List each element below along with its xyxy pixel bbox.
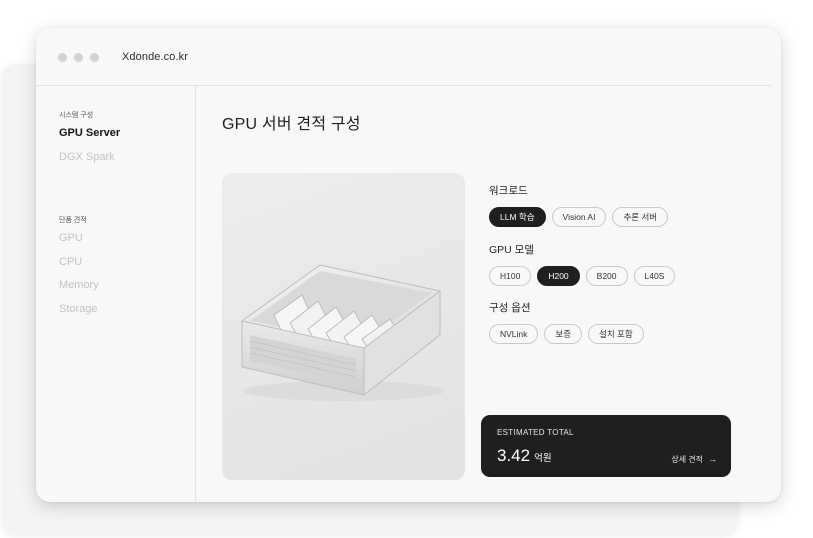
window-control-dot[interactable]	[74, 52, 83, 62]
total-unit: 억원	[534, 453, 552, 464]
chip-warranty[interactable]: 보증	[544, 324, 583, 344]
single-section: 단품 견적 GPU CPU Memory Storage	[59, 215, 99, 325]
detail-quote-link[interactable]: 상세 견적 →	[671, 454, 717, 465]
chip-h200[interactable]: H200	[537, 266, 580, 286]
sidebar-item-gpu[interactable]: GPU	[59, 231, 99, 255]
chip-b200[interactable]: B200	[585, 266, 628, 286]
gpu-model-group: GPU 모델 H100 H200 B200 L40S	[489, 242, 676, 286]
config-label: 구성 옵션	[489, 302, 531, 314]
chip-llm-training[interactable]: LLM 학습	[489, 207, 546, 227]
total-amount: 3.42 억원	[497, 446, 552, 466]
system-caption: 시스템 구성	[59, 112, 94, 119]
page-title: GPU 서버 견적 구성	[222, 116, 361, 133]
address-url[interactable]: Xdonde.co.kr	[122, 51, 188, 63]
workload-label: 워크로드	[489, 185, 528, 197]
window-control-dot[interactable]	[58, 52, 67, 62]
single-caption: 단품 견적	[59, 217, 87, 224]
sidebar: 시스템 구성 GPU Server DGX Spark 단품 견적 GPU CP…	[36, 86, 196, 502]
title-bar: Xdonde.co.kr	[36, 28, 781, 86]
product-image	[222, 173, 465, 480]
total-value: 3.42	[497, 446, 531, 465]
window-control-dot[interactable]	[90, 52, 99, 62]
config-group: 구성 옵션 NVLink 보증 설치 포함	[489, 300, 644, 344]
chip-vision-ai[interactable]: Vision AI	[551, 207, 607, 227]
arrow-right-icon: →	[708, 454, 717, 464]
sidebar-item-storage[interactable]: Storage	[59, 302, 99, 326]
chip-l40s[interactable]: L40S	[633, 266, 676, 286]
main-content: GPU 서버 견적 구성 워크로드 LLM 학습 Vision AI 추론 서버…	[197, 86, 781, 502]
sidebar-item-memory[interactable]: Memory	[59, 278, 99, 302]
chip-nvlink[interactable]: NVLink	[489, 324, 539, 344]
total-caption: ESTIMATED TOTAL	[497, 428, 574, 437]
system-section: 시스템 구성 GPU Server DGX Spark	[59, 110, 120, 173]
gpu-server-illustration	[240, 264, 444, 401]
detail-quote-label: 상세 견적	[671, 455, 703, 464]
workload-group: 워크로드 LLM 학습 Vision AI 추론 서버	[489, 183, 669, 227]
sidebar-item-cpu[interactable]: CPU	[59, 255, 99, 279]
chip-h100[interactable]: H100	[489, 266, 532, 286]
sidebar-item-gpu-server[interactable]: GPU Server	[59, 126, 120, 150]
browser-window: Xdonde.co.kr 시스템 구성 GPU Server DGX Spark…	[36, 28, 781, 502]
estimated-total-card: ESTIMATED TOTAL 3.42 억원 상세 견적 →	[481, 415, 731, 477]
sidebar-item-dgx-spark[interactable]: DGX Spark	[59, 150, 120, 174]
gpu-model-label: GPU 모델	[489, 244, 534, 256]
chip-installation[interactable]: 설치 포함	[588, 324, 644, 344]
chip-inference-server[interactable]: 추론 서버	[612, 207, 669, 227]
